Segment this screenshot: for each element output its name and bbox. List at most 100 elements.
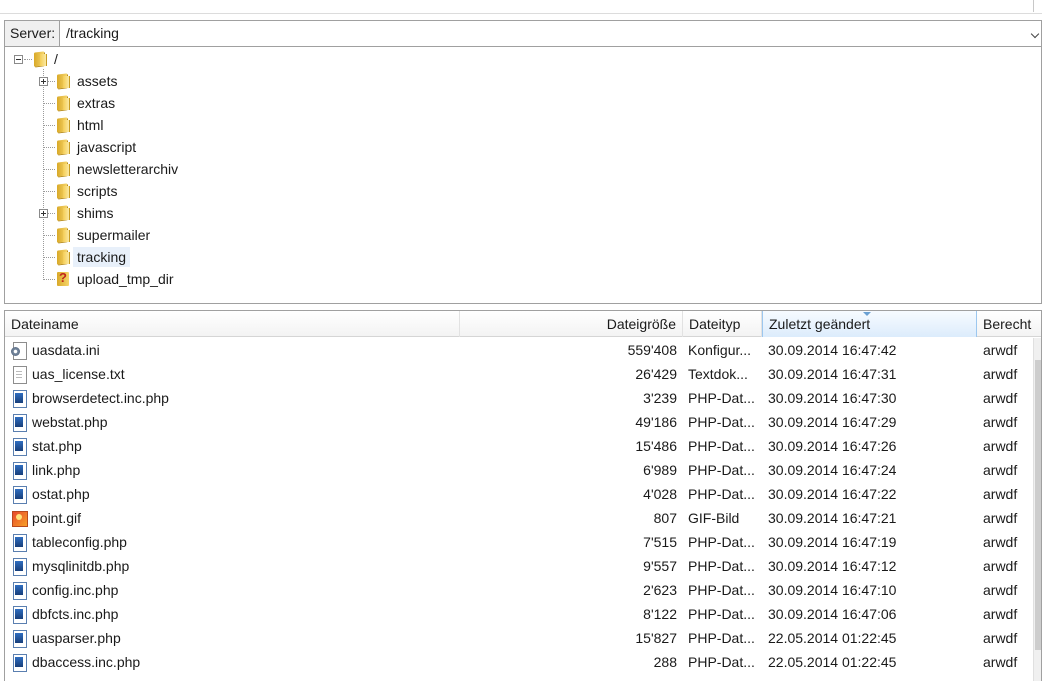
file-row[interactable]: point.gif 807 GIF-Bild 30.09.2014 16:47:21 a…: [5, 506, 1033, 530]
php-file-icon: [11, 533, 28, 552]
tree-connector: [43, 279, 55, 280]
folder-icon: [55, 183, 73, 199]
file-list-header: Dateiname Dateigröße Dateityp Zuletzt ge…: [5, 311, 1041, 337]
file-row[interactable]: ostat.php 4'028 PHP-Dat... 30.09.2014 16:47…: [5, 482, 1033, 506]
tree-item-label: /: [54, 51, 58, 67]
tree-item-label: scripts: [77, 183, 118, 199]
file-size: 8'122: [643, 606, 677, 622]
tree-item-tracking[interactable]: tracking: [55, 246, 131, 268]
file-modified: 30.09.2014 16:47:22: [768, 486, 897, 502]
file-name: uasdata.ini: [32, 342, 100, 358]
tree-item-extras[interactable]: extras: [55, 92, 119, 114]
file-list-scrollbar[interactable]: [1033, 338, 1041, 681]
file-modified: 30.09.2014 16:47:19: [768, 534, 897, 550]
tree-item-root[interactable]: /: [32, 48, 62, 70]
file-type: PHP-Dat...: [688, 438, 755, 454]
column-header-modified[interactable]: Zuletzt geändert: [762, 311, 977, 337]
file-row[interactable]: mysqlinitdb.php 9'557 PHP-Dat... 30.09.2014…: [5, 554, 1033, 578]
file-name: uasparser.php: [32, 630, 121, 646]
file-row[interactable]: uas_license.txt 26'429 Textdok... 30.09.201…: [5, 362, 1033, 386]
chevron-down-icon[interactable]: [1027, 21, 1041, 46]
tree-item-upload-tmp-dir[interactable]: ? upload_tmp_dir: [55, 268, 178, 290]
tree-connector: [43, 257, 55, 258]
file-modified: 30.09.2014 16:47:12: [768, 558, 897, 574]
file-name: webstat.php: [32, 414, 108, 430]
tree-item-shims[interactable]: shims: [55, 202, 118, 224]
file-row[interactable]: stat.php 15'486 PHP-Dat... 30.09.2014 16:47…: [5, 434, 1033, 458]
tree-connector: [43, 103, 55, 104]
php-file-icon: [11, 557, 28, 576]
file-name: config.inc.php: [32, 582, 119, 598]
file-row[interactable]: uasdata.ini 559'408 Konfigur... 30.09.2014 …: [5, 338, 1033, 362]
file-row[interactable]: webstat.php 49'186 PHP-Dat... 30.09.2014 16…: [5, 410, 1033, 434]
file-name-cell: uas_license.txt: [11, 362, 461, 386]
file-size: 26'429: [635, 366, 677, 382]
file-name-cell: ostat.php: [11, 482, 461, 506]
file-size: 4'028: [643, 486, 677, 502]
file-name: mysqlinitdb.php: [32, 558, 130, 574]
file-name-cell: tableconfig.php: [11, 530, 461, 554]
file-size: 15'486: [635, 438, 677, 454]
expand-folder-icon[interactable]: [39, 77, 48, 86]
php-file-icon: [11, 605, 28, 624]
column-header-name[interactable]: Dateiname: [5, 311, 460, 337]
file-name: browserdetect.inc.php: [32, 390, 169, 406]
column-header-modified-label: Zuletzt geändert: [769, 316, 871, 332]
tree-item-javascript[interactable]: javascript: [55, 136, 140, 158]
file-size: 3'239: [643, 390, 677, 406]
top-panel-scrollbar[interactable]: [1033, 0, 1034, 12]
remote-file-list: Dateiname Dateigröße Dateityp Zuletzt ge…: [4, 310, 1042, 681]
file-size: 288: [653, 654, 677, 670]
file-size: 2'623: [643, 582, 677, 598]
file-name: dbaccess.inc.php: [32, 654, 141, 670]
file-row[interactable]: browserdetect.inc.php 3'239 PHP-Dat... 30.0…: [5, 386, 1033, 410]
folder-icon: [55, 95, 73, 111]
tree-item-label: supermailer: [77, 227, 151, 243]
tree-connector: [43, 147, 55, 148]
file-type: PHP-Dat...: [688, 558, 755, 574]
file-modified: 30.09.2014 16:47:42: [768, 342, 897, 358]
tree-item-scripts[interactable]: scripts: [55, 180, 121, 202]
php-file-icon: [11, 437, 28, 456]
gif-file-icon: [11, 510, 28, 527]
php-file-icon: [11, 653, 28, 672]
php-file-icon: [11, 413, 28, 432]
collapse-root-icon[interactable]: [14, 55, 23, 64]
tree-connector: [43, 235, 55, 236]
file-name-cell: point.gif: [11, 506, 461, 530]
remote-path-input[interactable]: /tracking: [60, 21, 1027, 46]
expand-folder-icon[interactable]: [39, 209, 48, 218]
file-size: 15'827: [635, 630, 677, 646]
file-row[interactable]: tableconfig.php 7'515 PHP-Dat... 30.09.2014…: [5, 530, 1033, 554]
file-row[interactable]: uasparser.php 15'827 PHP-Dat... 22.05.2014 …: [5, 626, 1033, 650]
tree-item-html[interactable]: html: [55, 114, 107, 136]
file-modified: 30.09.2014 16:47:06: [768, 606, 897, 622]
file-row[interactable]: dbaccess.inc.php 288 PHP-Dat... 22.05.2014 …: [5, 650, 1033, 674]
file-type: PHP-Dat...: [688, 582, 755, 598]
file-type: GIF-Bild: [688, 510, 740, 526]
folder-icon: [55, 161, 73, 177]
file-type: Konfigur...: [688, 342, 752, 358]
file-row[interactable]: dbfcts.inc.php 8'122 PHP-Dat... 30.09.2014 …: [5, 602, 1033, 626]
tree-item-newsletterarchiv[interactable]: newsletterarchiv: [55, 158, 182, 180]
file-name-cell: dbfcts.inc.php: [11, 602, 461, 626]
column-header-type[interactable]: Dateityp: [683, 311, 762, 337]
file-name-cell: config.inc.php: [11, 578, 461, 602]
column-header-permissions[interactable]: Berecht: [977, 311, 1041, 337]
column-header-size[interactable]: Dateigröße: [460, 311, 683, 337]
folder-icon: [55, 73, 73, 89]
file-name: link.php: [32, 462, 81, 478]
file-size: 9'557: [643, 558, 677, 574]
tree-connector: [43, 125, 55, 126]
tree-connector: [24, 59, 32, 60]
tree-item-supermailer[interactable]: supermailer: [55, 224, 154, 246]
remote-directory-tree: / assets extras html javascript newsletterar…: [4, 47, 1042, 304]
tree-item-assets[interactable]: assets: [55, 70, 121, 92]
file-type: PHP-Dat...: [688, 606, 755, 622]
file-name-cell: webstat.php: [11, 410, 461, 434]
file-row[interactable]: link.php 6'989 PHP-Dat... 30.09.2014 16:47:…: [5, 458, 1033, 482]
file-modified: 22.05.2014 01:22:45: [768, 654, 897, 670]
scrollbar-thumb[interactable]: [1035, 360, 1041, 650]
file-row[interactable]: config.inc.php 2'623 PHP-Dat... 30.09.2014 …: [5, 578, 1033, 602]
file-type: PHP-Dat...: [688, 630, 755, 646]
